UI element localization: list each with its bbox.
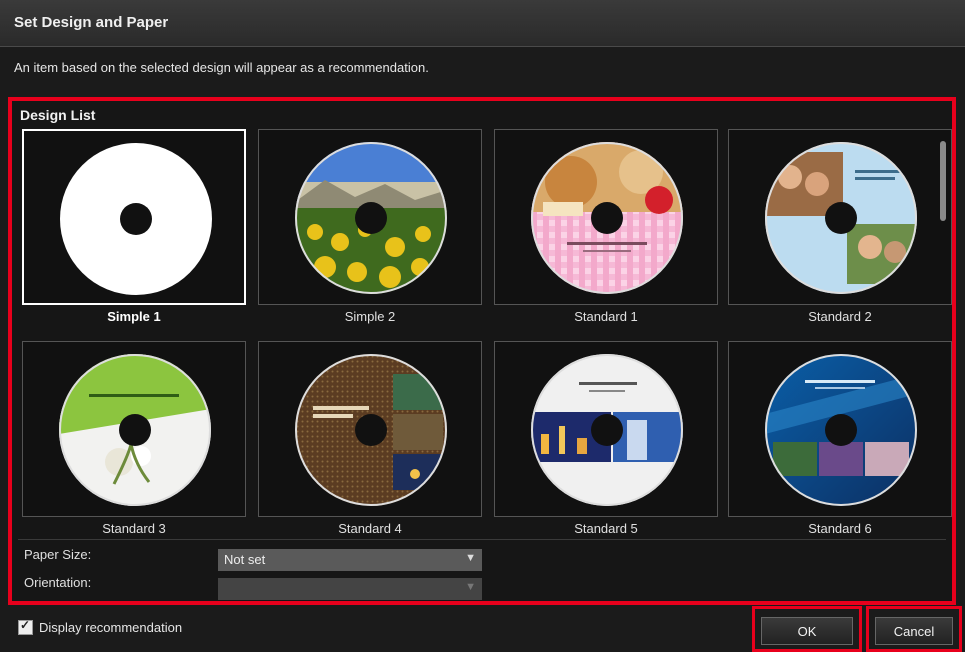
disc-thumbnail <box>765 354 917 506</box>
checkbox-checked-icon <box>18 618 33 635</box>
design-label-simple-2: Simple 2 <box>344 309 396 324</box>
design-label-standard-5: Standard 5 <box>574 521 638 536</box>
paper-size-value: Not set <box>224 552 266 567</box>
design-tile-standard-6[interactable] <box>728 341 952 517</box>
disc-thumbnail <box>531 354 683 506</box>
disc-thumbnail <box>531 142 683 294</box>
design-list-scrollbar[interactable] <box>940 141 946 221</box>
design-label-standard-1: Standard 1 <box>574 309 638 324</box>
disc-thumbnail <box>765 142 917 294</box>
paper-size-label: Paper Size: <box>24 547 92 562</box>
design-label-standard-4: Standard 4 <box>338 521 402 536</box>
disc-thumbnail <box>59 354 211 506</box>
design-tile-standard-4[interactable] <box>258 341 482 517</box>
orientation-select[interactable]: ▼ <box>218 578 482 600</box>
display-recommendation-checkbox[interactable]: Display recommendation <box>18 618 183 635</box>
dropdown-arrow-icon: ▼ <box>465 581 476 593</box>
divider <box>18 539 946 540</box>
dialog-title: Set Design and Paper <box>14 14 169 31</box>
design-label-standard-2: Standard 2 <box>808 309 872 324</box>
design-label-simple-1: Simple 1 <box>107 309 161 324</box>
design-tile-simple-2[interactable] <box>258 129 482 305</box>
design-label-standard-3: Standard 3 <box>102 521 166 536</box>
dropdown-arrow-icon: ▼ <box>465 552 476 564</box>
paper-size-select[interactable]: Not set ▼ <box>218 549 482 571</box>
design-tile-standard-3[interactable] <box>22 341 246 517</box>
cancel-button[interactable]: Cancel <box>875 617 953 645</box>
recommendation-description: An item based on the selected design wil… <box>14 60 429 75</box>
ok-button[interactable]: OK <box>761 617 853 645</box>
design-tile-standard-1[interactable] <box>494 129 718 305</box>
design-list-label: Design List <box>20 107 96 123</box>
dialog-titlebar: Set Design and Paper <box>0 0 965 47</box>
cancel-button-highlight: Cancel <box>866 606 962 652</box>
disc-thumbnail <box>295 354 447 506</box>
ok-button-highlight: OK <box>752 606 862 652</box>
design-tile-standard-5[interactable] <box>494 341 718 517</box>
disc-thumbnail <box>295 142 447 294</box>
design-tile-standard-2[interactable] <box>728 129 952 305</box>
orientation-label: Orientation: <box>24 575 92 590</box>
display-recommendation-label: Display recommendation <box>39 620 183 635</box>
design-label-standard-6: Standard 6 <box>808 521 872 536</box>
disc-thumbnail <box>60 143 212 295</box>
design-tile-simple-1[interactable] <box>22 129 246 305</box>
design-paper-panel: Design List Simple 1 Simple 2 Standard 1… <box>8 97 956 605</box>
